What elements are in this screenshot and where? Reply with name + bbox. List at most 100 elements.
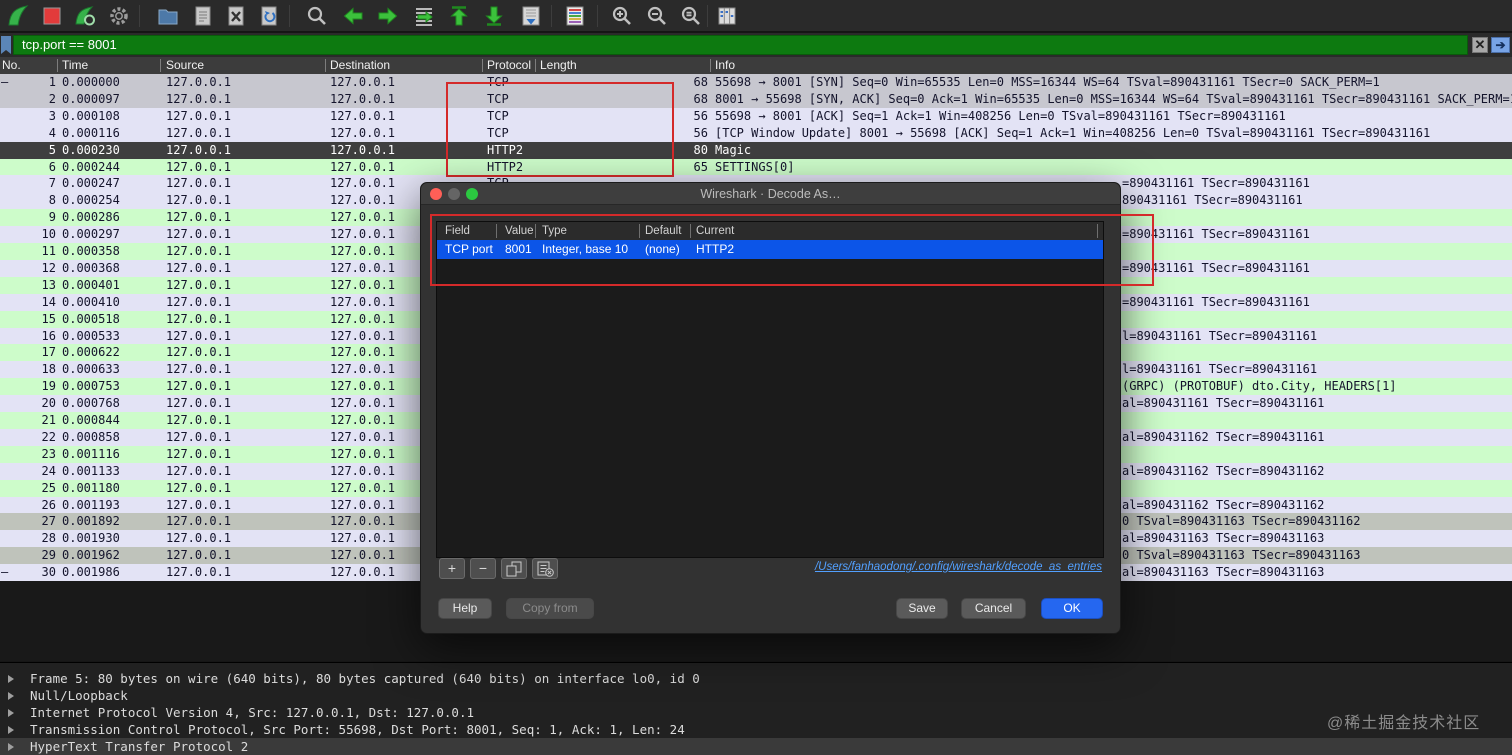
cell-dst: 127.0.0.1 — [330, 514, 396, 529]
packet-row-4[interactable]: 4 0.000116 127.0.0.1 127.0.0.1 TCP 56 [TCP Win… — [0, 124, 1512, 142]
cell-no: 28 — [41, 531, 56, 546]
cell-no: 20 — [41, 396, 56, 411]
ok-button[interactable]: OK — [1041, 598, 1103, 619]
cell-frag: 890431161 TSecr=890431161 — [1122, 193, 1303, 208]
colorize-icon[interactable] — [563, 4, 587, 28]
find-packet-icon[interactable] — [305, 4, 329, 28]
cell-src: 127.0.0.1 — [166, 463, 232, 478]
zoom-out-icon[interactable] — [645, 4, 669, 28]
copy-from-button[interactable]: Copy from — [506, 598, 594, 619]
cell-dst: 127.0.0.1 — [330, 396, 396, 411]
cell-info: 55698 → 8001 [ACK] Seq=1 Ack=1 Win=40825… — [715, 108, 1286, 123]
save-button[interactable]: Save — [896, 598, 948, 619]
close-window-icon[interactable] — [430, 188, 442, 200]
cell-dst: 127.0.0.1 — [330, 244, 396, 258]
column-header-protocol[interactable]: Protocol — [487, 57, 531, 74]
filter-apply-icon[interactable]: ➔ — [1491, 37, 1510, 53]
cell-time: 0.000768 — [62, 396, 120, 411]
cell-src: 127.0.0.1 — [166, 362, 232, 377]
cell-no: 2 — [48, 91, 56, 106]
cell-frag: 0 TSval=890431163 TSecr=890431163 — [1122, 548, 1361, 563]
resize-columns-icon[interactable] — [715, 4, 739, 28]
add-entry-button[interactable]: + — [439, 558, 465, 579]
cell-no: 26 — [41, 497, 56, 512]
zoom-in-icon[interactable] — [610, 4, 634, 28]
copy-entry-button[interactable] — [501, 558, 527, 579]
capture-options-gear-icon[interactable] — [107, 4, 131, 28]
remove-entry-button[interactable]: − — [470, 558, 496, 579]
expand-arrow-icon[interactable] — [8, 691, 14, 700]
column-header-source[interactable]: Source — [166, 57, 204, 74]
previous-packet-icon[interactable] — [341, 4, 365, 28]
cell-dst: 127.0.0.1 — [330, 294, 396, 309]
column-divider[interactable] — [160, 59, 161, 72]
column-divider[interactable] — [535, 59, 536, 72]
cell-dst: 127.0.0.1 — [330, 446, 396, 461]
cell-frag: (GRPC) (PROTOBUF) dto.City, HEADERS[1] — [1122, 379, 1397, 394]
wireshark-fin-icon[interactable] — [6, 4, 30, 28]
column-header-info[interactable]: Info — [715, 57, 735, 74]
zoom-window-icon[interactable] — [466, 188, 478, 200]
packet-row-6[interactable]: 6 0.000244 127.0.0.1 127.0.0.1 HTTP2 65 SETTIN… — [0, 158, 1512, 176]
column-divider[interactable] — [325, 59, 326, 72]
display-filter-input[interactable]: tcp.port == 8001 — [13, 35, 1468, 55]
column-divider[interactable] — [482, 59, 483, 72]
cell-time: 0.000753 — [62, 379, 120, 394]
minimize-window-icon[interactable] — [448, 188, 460, 200]
zoom-reset-icon[interactable] — [679, 4, 703, 28]
filter-bookmark-icon[interactable] — [1, 36, 11, 54]
expand-arrow-icon[interactable] — [8, 725, 14, 734]
detail-line[interactable]: HyperText Transfer Protocol 2 — [0, 738, 1512, 755]
cell-time: 0.000097 — [62, 91, 120, 106]
help-button[interactable]: Help — [438, 598, 492, 619]
column-divider[interactable] — [57, 59, 58, 72]
detail-line[interactable]: Transmission Control Protocol, Src Port:… — [0, 721, 1512, 738]
detail-line[interactable]: Null/Loopback — [0, 687, 1512, 704]
column-header-destination[interactable]: Destination — [330, 57, 390, 74]
column-divider[interactable] — [710, 59, 711, 72]
auto-scroll-icon[interactable] — [519, 4, 543, 28]
close-file-icon[interactable] — [224, 4, 248, 28]
clear-entries-button[interactable] — [532, 558, 558, 579]
cell-time: 0.000518 — [62, 311, 120, 326]
cell-info: [TCP Window Update] 8001 → 55698 [ACK] S… — [715, 125, 1431, 140]
annotation-rect-protocol-column — [446, 82, 674, 177]
column-header-length[interactable]: Length — [540, 57, 577, 74]
cell-dst: 127.0.0.1 — [330, 362, 396, 377]
cell-dst: 127.0.0.1 — [330, 176, 396, 191]
detail-line[interactable]: Internet Protocol Version 4, Src: 127.0.… — [0, 704, 1512, 721]
expand-arrow-icon[interactable] — [8, 674, 14, 683]
save-file-icon[interactable] — [191, 4, 215, 28]
expand-arrow-icon[interactable] — [8, 742, 14, 751]
cell-dst: 127.0.0.1 — [330, 311, 396, 326]
filter-clear-icon[interactable]: ✕ — [1472, 37, 1488, 53]
packet-row-2[interactable]: 2 0.000097 127.0.0.1 127.0.0.1 TCP 68 8001 → 5… — [0, 90, 1512, 108]
restart-capture-icon[interactable] — [73, 4, 97, 28]
packet-row-1[interactable]: —1 0.000000 127.0.0.1 127.0.0.1 TCP 68 55698 →… — [0, 74, 1512, 91]
cell-no: 22 — [41, 429, 56, 444]
cell-src: 127.0.0.1 — [166, 396, 232, 411]
cell-time: 0.000368 — [62, 260, 120, 275]
detail-line[interactable]: Frame 5: 80 bytes on wire (640 bits), 80… — [0, 670, 1512, 687]
cell-src: 127.0.0.1 — [166, 108, 232, 123]
cancel-button[interactable]: Cancel — [961, 598, 1026, 619]
go-to-packet-icon[interactable] — [412, 4, 436, 28]
cell-time: 0.000254 — [62, 193, 120, 208]
stop-capture-icon[interactable] — [40, 4, 64, 28]
next-packet-icon[interactable] — [376, 4, 400, 28]
column-header-time[interactable]: Time — [62, 57, 88, 74]
packet-row-3[interactable]: 3 0.000108 127.0.0.1 127.0.0.1 TCP 56 55698 → … — [0, 107, 1512, 125]
expand-arrow-icon[interactable] — [8, 708, 14, 717]
decode-entries-link[interactable]: /Users/fanhaodong/.config/wireshark/deco… — [815, 561, 1102, 573]
column-header-no[interactable]: No. — [2, 57, 21, 74]
open-file-folder-icon[interactable] — [156, 4, 180, 28]
reload-file-icon[interactable] — [257, 4, 281, 28]
cell-time: 0.001892 — [62, 514, 120, 529]
cell-dst: 127.0.0.1 — [330, 260, 396, 275]
packet-row-5[interactable]: 5 0.000230 127.0.0.1 127.0.0.1 HTTP2 80 Magic — [0, 141, 1512, 159]
last-packet-icon[interactable] — [482, 4, 506, 28]
cell-time: 0.000247 — [62, 176, 120, 191]
first-packet-icon[interactable] — [447, 4, 471, 28]
toolbar-separator — [139, 5, 140, 27]
cell-dst: 127.0.0.1 — [330, 125, 396, 140]
